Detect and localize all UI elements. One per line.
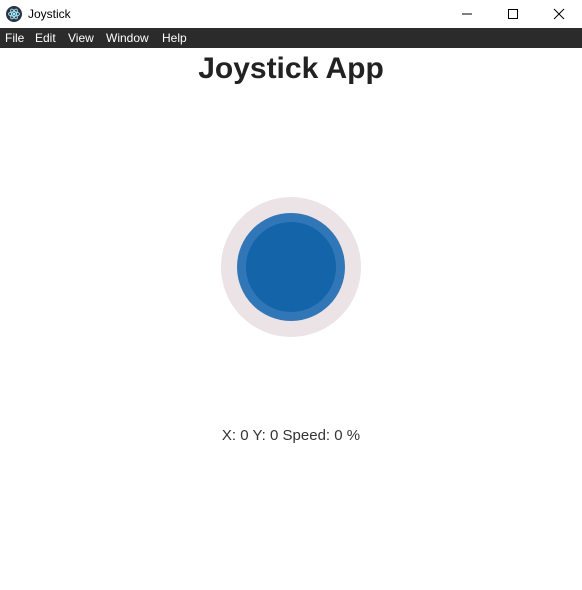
menu-window[interactable]: Window <box>106 28 149 48</box>
y-value: 0 <box>270 427 279 444</box>
y-label: Y: <box>252 427 266 444</box>
menu-view[interactable]: View <box>68 28 94 48</box>
maximize-icon <box>508 9 518 19</box>
speed-value: 0 <box>334 427 343 444</box>
menu-help[interactable]: Help <box>162 28 187 48</box>
x-label: X: <box>221 427 237 444</box>
window-title: Joystick <box>28 7 71 21</box>
menu-bar: File Edit View Window Help <box>0 28 582 48</box>
close-icon <box>553 8 565 20</box>
speed-label: Speed: <box>282 427 331 444</box>
menu-edit[interactable]: Edit <box>35 28 56 48</box>
joystick-status: X: 0 Y: 0 Speed: 0 % <box>0 426 582 446</box>
minimize-button[interactable] <box>444 0 490 28</box>
app-window: Joystick File Edit View Window Help Joys… <box>0 0 582 590</box>
menu-file[interactable]: File <box>5 28 24 48</box>
speed-unit: % <box>346 427 361 444</box>
page-title: Joystick App <box>198 52 384 85</box>
maximize-button[interactable] <box>490 0 536 28</box>
title-bar[interactable]: Joystick <box>0 0 582 28</box>
close-button[interactable] <box>536 0 582 28</box>
electron-app-icon <box>6 6 22 22</box>
x-value: 0 <box>240 427 249 444</box>
minimize-icon <box>462 13 472 15</box>
joystick-knob[interactable] <box>246 222 336 312</box>
